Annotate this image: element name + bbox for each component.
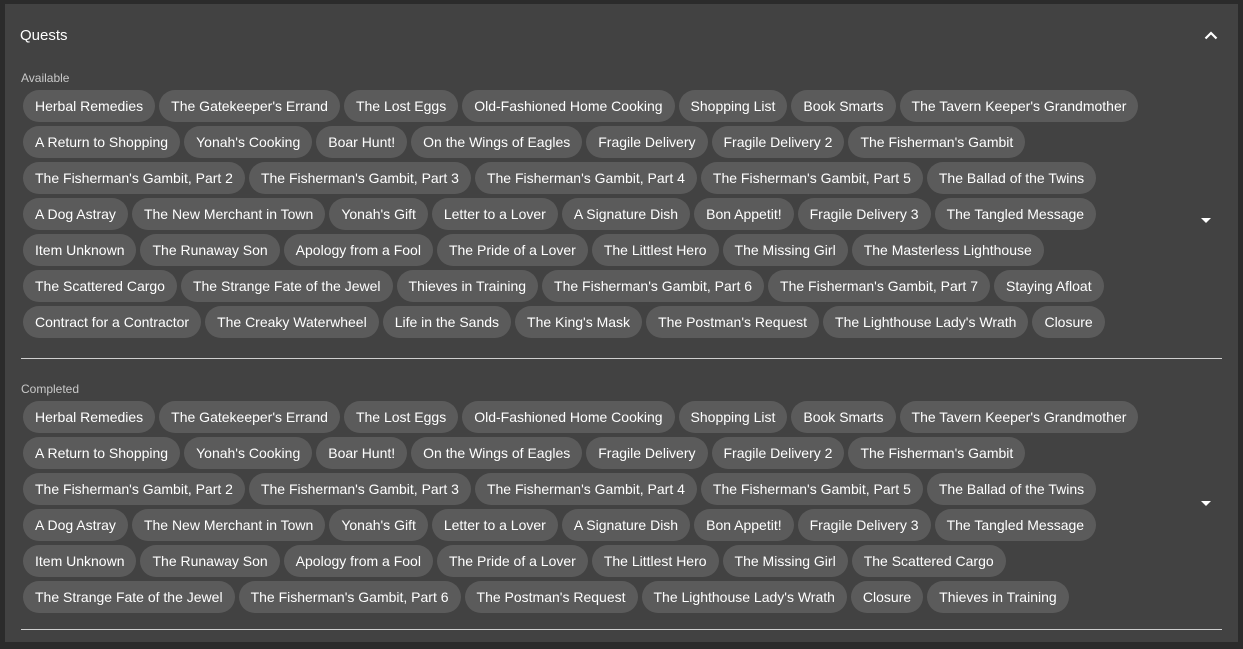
quest-chip[interactable]: The Tavern Keeper's Grandmother [899,90,1139,122]
quest-chip[interactable]: Fragile Delivery 3 [797,509,931,541]
quest-chip[interactable]: The Ballad of the Twins [926,473,1097,505]
quest-chip[interactable]: Yonah's Cooking [184,126,313,158]
quest-chip[interactable]: The Lighthouse Lady's Wrath [641,581,847,613]
quest-chip[interactable]: The King's Mask [515,306,643,338]
quest-chip[interactable]: Contract for a Contractor [23,306,202,338]
quest-chip[interactable]: Boar Hunt! [316,126,408,158]
quest-chip[interactable]: Yonah's Gift [329,509,428,541]
quest-chip[interactable]: Thieves in Training [927,581,1069,613]
quest-chip[interactable]: The Fisherman's Gambit, Part 2 [23,162,245,194]
quest-chip[interactable]: Book Smarts [791,401,896,433]
quest-chip[interactable]: Fragile Delivery [586,437,708,469]
quest-chip[interactable]: The Fisherman's Gambit, Part 3 [248,473,471,505]
quest-chip[interactable]: The Fisherman's Gambit, Part 4 [474,162,697,194]
quest-chip[interactable]: The Runaway Son [140,234,280,266]
quest-chip[interactable]: Fragile Delivery [586,126,708,158]
quest-chip[interactable]: Fragile Delivery 3 [797,198,931,230]
panel-title: Quests [20,26,68,44]
quest-chip[interactable]: Life in the Sands [382,306,512,338]
quest-chip[interactable]: The Strange Fate of the Jewel [180,270,393,302]
quest-chip[interactable]: A Dog Astray [23,198,128,230]
quest-chip[interactable]: The Fisherman's Gambit, Part 5 [700,162,923,194]
quest-chip[interactable]: The Strange Fate of the Jewel [23,581,235,613]
quest-chip[interactable]: Old-Fashioned Home Cooking [462,401,675,433]
quest-chip[interactable]: Bon Appetit! [694,509,794,541]
quest-chip[interactable]: The Postman's Request [646,306,820,338]
quests-panel-header[interactable]: Quests [5,4,1238,66]
quest-chip[interactable]: The Masterless Lighthouse [851,234,1044,266]
quest-chip[interactable]: Item Unknown [23,545,137,577]
quest-chip[interactable]: The Fisherman's Gambit [848,126,1026,158]
quest-chip[interactable]: On the Wings of Eagles [411,126,583,158]
quest-chip[interactable]: The Scattered Cargo [23,270,177,302]
quest-chip[interactable]: The Pride of a Lover [436,545,588,577]
quest-chip[interactable]: A Dog Astray [23,509,128,541]
chevron-up-icon[interactable] [1199,23,1223,47]
quest-chip[interactable]: The Lost Eggs [343,401,459,433]
quest-chip[interactable]: Closure [850,581,924,613]
available-quests-chips: Herbal Remedies The Gatekeeper's Errand Th… [21,88,1186,348]
quest-chip[interactable]: A Return to Shopping [23,126,181,158]
quest-chip[interactable]: The Creaky Waterwheel [205,306,379,338]
quest-chip[interactable]: Apology from a Fool [283,234,433,266]
quest-chip[interactable]: A Signature Dish [561,198,691,230]
quest-chip[interactable]: The Tavern Keeper's Grandmother [899,401,1139,433]
quest-chip[interactable]: The New Merchant in Town [131,198,326,230]
quest-chip[interactable]: Staying Afloat [993,270,1104,302]
quest-chip[interactable]: Closure [1032,306,1105,338]
quest-chip[interactable]: Thieves in Training [396,270,539,302]
quest-chip[interactable]: The Runaway Son [140,545,280,577]
quest-chip[interactable]: Fragile Delivery 2 [711,126,845,158]
quest-chip[interactable]: A Return to Shopping [23,437,181,469]
quest-chip[interactable]: Herbal Remedies [23,401,156,433]
quest-chip[interactable]: A Signature Dish [561,509,691,541]
quest-chip[interactable]: Letter to a Lover [431,198,558,230]
quest-chip[interactable]: The Fisherman's Gambit, Part 4 [474,473,697,505]
caret-down-icon[interactable] [1194,491,1218,515]
completed-label: Completed [21,382,80,396]
quest-chip[interactable]: The Gatekeeper's Errand [159,401,340,433]
quest-chip[interactable]: The Tangled Message [934,198,1097,230]
quest-chip[interactable]: Boar Hunt! [316,437,408,469]
caret-down-icon[interactable] [1194,208,1218,232]
quest-chip[interactable]: Shopping List [678,90,788,122]
quest-chip[interactable]: Item Unknown [23,234,137,266]
quest-chip[interactable]: The Missing Girl [722,545,848,577]
quest-chip[interactable]: Book Smarts [791,90,896,122]
quest-chip[interactable]: On the Wings of Eagles [411,437,583,469]
quest-chip[interactable]: Yonah's Cooking [184,437,313,469]
quest-chip[interactable]: The Fisherman's Gambit, Part 6 [542,270,765,302]
quest-chip[interactable]: The Fisherman's Gambit, Part 2 [23,473,245,505]
quest-chip[interactable]: Old-Fashioned Home Cooking [462,90,675,122]
quest-chip[interactable]: Fragile Delivery 2 [711,437,845,469]
completed-quests-section: Completed Herbal Remedies The Gatekeeper'… [21,379,1222,630]
quest-chip[interactable]: The Lost Eggs [343,90,459,122]
quest-chip[interactable]: The Littlest Hero [591,545,719,577]
quests-panel: Quests Available Herbal Remedies The Gate… [5,4,1238,642]
available-label: Available [21,71,70,85]
quest-chip[interactable]: The Missing Girl [722,234,848,266]
completed-quests-chips: Herbal Remedies The Gatekeeper's Errand Th… [21,399,1186,623]
quest-chip[interactable]: The Tangled Message [934,509,1097,541]
quest-chip[interactable]: The Postman's Request [464,581,638,613]
quest-chip[interactable]: The Gatekeeper's Errand [159,90,340,122]
quest-chip[interactable]: The New Merchant in Town [131,509,326,541]
quest-chip[interactable]: Apology from a Fool [283,545,433,577]
available-quests-section: Available Herbal Remedies The Gatekeeper'… [21,68,1222,359]
quest-chip[interactable]: The Fisherman's Gambit [848,437,1026,469]
quest-chip[interactable]: The Fisherman's Gambit, Part 5 [700,473,923,505]
quest-chip[interactable]: The Scattered Cargo [851,545,1006,577]
quest-chip[interactable]: The Fisherman's Gambit, Part 6 [238,581,461,613]
quest-chip[interactable]: The Lighthouse Lady's Wrath [823,306,1029,338]
quest-chip[interactable]: The Pride of a Lover [436,234,588,266]
quest-chip[interactable]: The Ballad of the Twins [926,162,1097,194]
quest-chip[interactable]: Bon Appetit! [694,198,794,230]
quest-chip[interactable]: Shopping List [678,401,788,433]
quest-chip[interactable]: Letter to a Lover [431,509,558,541]
quest-chip[interactable]: Yonah's Gift [329,198,428,230]
quest-chip[interactable]: The Fisherman's Gambit, Part 3 [248,162,471,194]
quest-chip[interactable]: The Littlest Hero [591,234,719,266]
quest-chip[interactable]: The Fisherman's Gambit, Part 7 [768,270,990,302]
quest-chip[interactable]: Herbal Remedies [23,90,156,122]
